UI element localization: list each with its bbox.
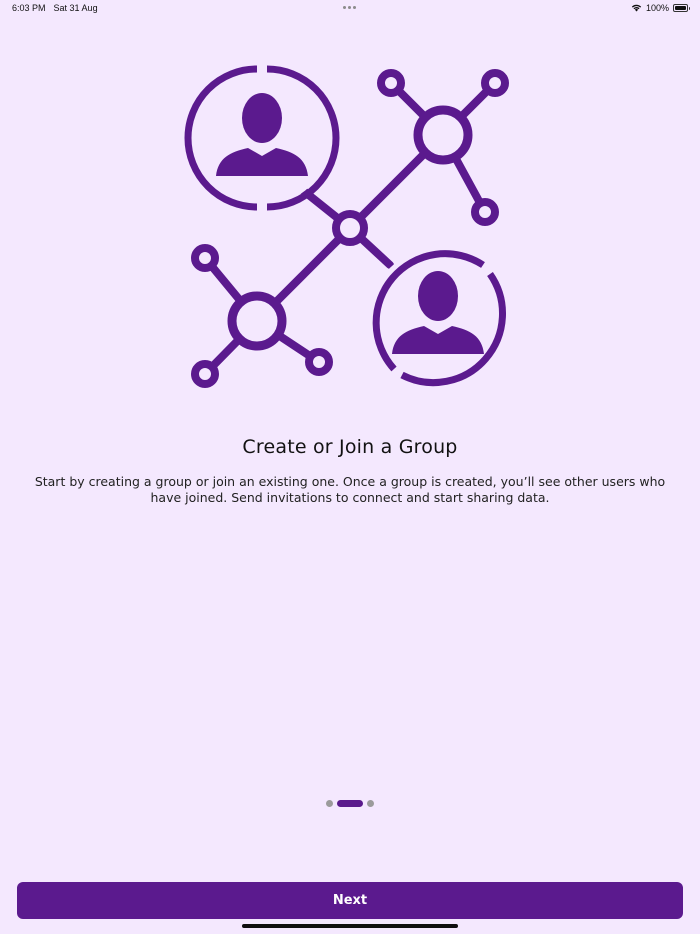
home-indicator[interactable] <box>242 924 458 928</box>
status-time: 6:03 PM <box>12 3 46 13</box>
battery-icon <box>673 4 690 12</box>
status-left: 6:03 PM Sat 31 Aug <box>12 3 98 13</box>
onboarding-description: Start by creating a group or join an exi… <box>34 474 666 505</box>
status-date: Sat 31 Aug <box>53 3 98 13</box>
page-dot-3[interactable] <box>367 800 374 807</box>
next-button[interactable]: Next <box>17 882 683 919</box>
page-dot-2-active[interactable] <box>337 800 363 807</box>
status-right: 100% <box>631 3 690 13</box>
status-bar: 6:03 PM Sat 31 Aug 100% <box>0 0 700 18</box>
wifi-icon <box>631 4 642 12</box>
multitasking-dots-icon[interactable] <box>343 6 356 9</box>
page-dot-1[interactable] <box>326 800 333 807</box>
onboarding-title: Create or Join a Group <box>242 436 458 458</box>
page-indicator[interactable] <box>0 800 700 807</box>
network-group-icon <box>184 65 509 388</box>
battery-percent: 100% <box>645 3 669 13</box>
